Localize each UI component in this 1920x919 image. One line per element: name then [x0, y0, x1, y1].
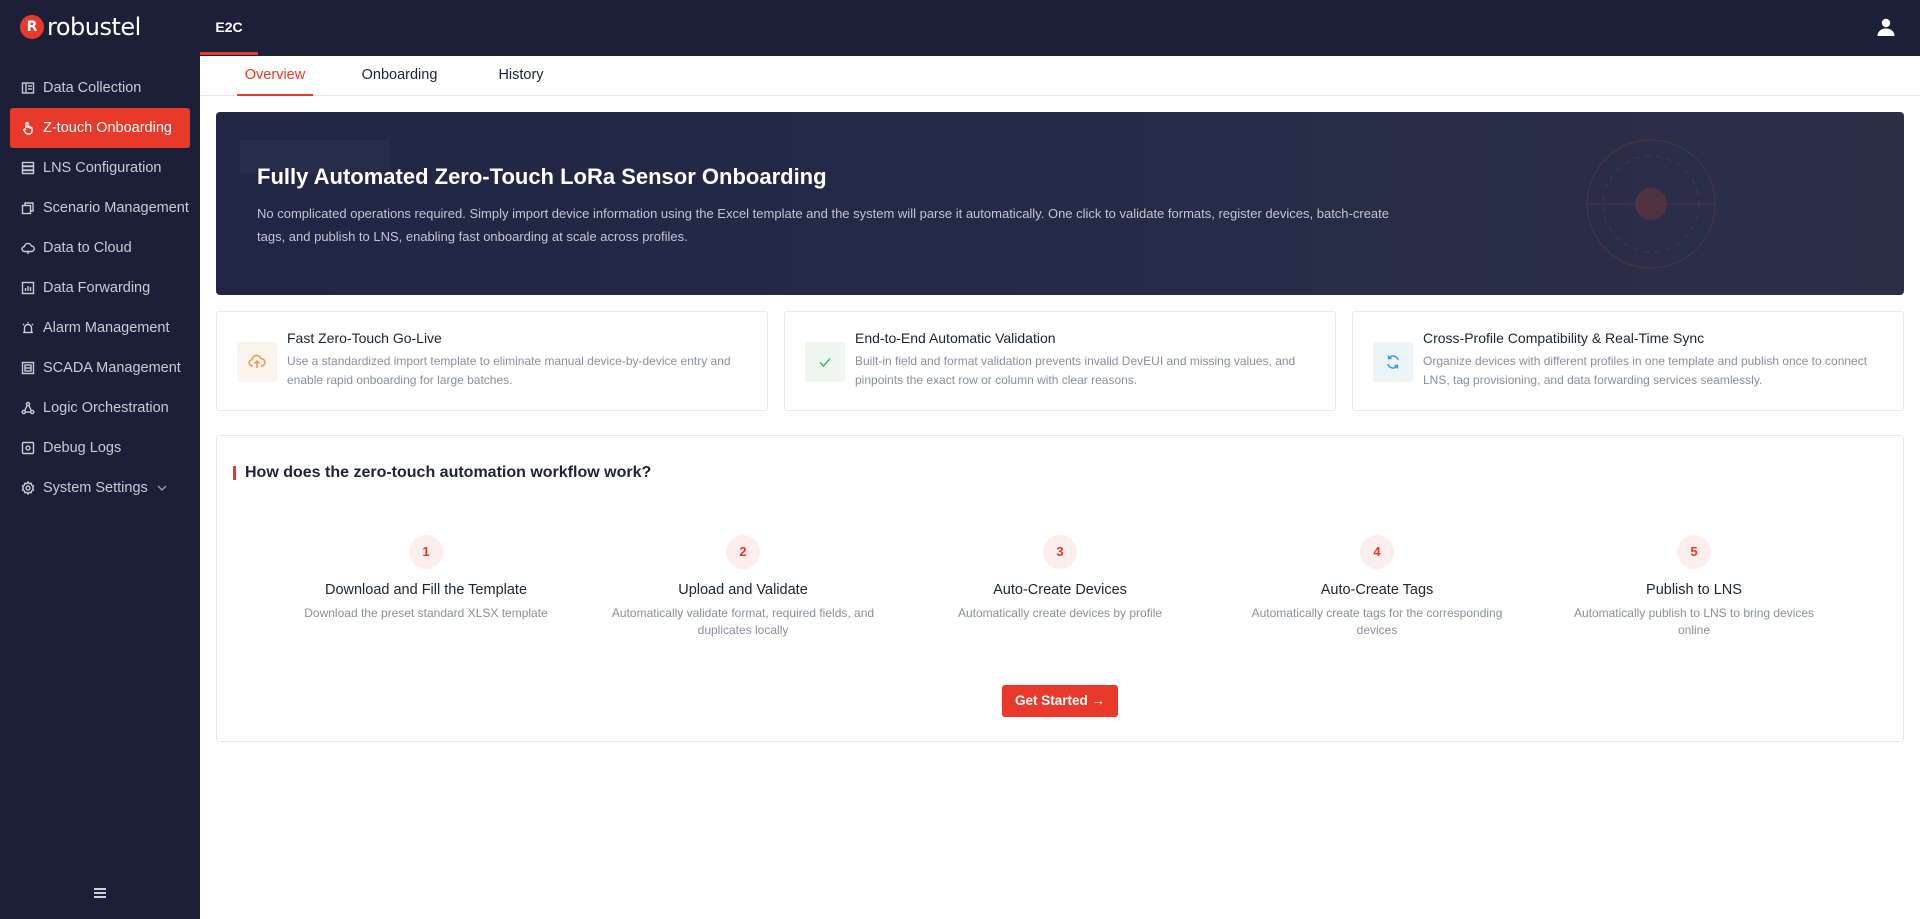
sidebar-item-label: Z-touch Onboarding	[43, 120, 172, 136]
server-icon	[21, 161, 35, 175]
step-description: Automatically create tags for the corres…	[1251, 606, 1503, 637]
user-icon[interactable]	[1876, 17, 1896, 37]
sidebar-item-alarm-management[interactable]: Alarm Management	[10, 308, 190, 348]
get-started-button[interactable]: Get Started →	[1002, 685, 1118, 717]
sidebar-item-label: System Settings	[43, 480, 148, 496]
hero-title: Fully Automated Zero-Touch LoRa Sensor O…	[257, 164, 827, 189]
feature-description: Use a standardized import template to el…	[287, 354, 731, 387]
workflow-step: 1 Download and Fill the Template Downloa…	[276, 535, 576, 622]
step-number: 5	[1677, 535, 1711, 569]
brand-logo[interactable]: R robustel	[20, 13, 141, 41]
tab-bar: Overview Onboarding History	[200, 56, 1920, 96]
logic-icon	[21, 401, 35, 415]
feature-card: End-to-End Automatic Validation Built-in…	[784, 311, 1336, 411]
sync-icon	[1373, 342, 1413, 382]
robustel-logo-icon: R	[20, 15, 44, 39]
workflow-panel: How does the zero-touch automation workf…	[216, 435, 1904, 742]
data-collection-icon	[21, 81, 35, 95]
step-title: Download and Fill the Template	[324, 582, 528, 598]
sidebar-item-scenario-management[interactable]: Scenario Management	[10, 188, 190, 228]
workflow-step: 5 Publish to LNS Automatically publish t…	[1544, 535, 1844, 639]
menu-collapse-icon[interactable]	[92, 886, 108, 900]
step-number: 3	[1043, 535, 1077, 569]
step-number: 2	[726, 535, 760, 569]
tab-overview[interactable]: Overview	[237, 56, 313, 96]
scada-icon	[21, 361, 35, 375]
feature-card: Cross-Profile Compatibility & Real-Time …	[1352, 311, 1904, 411]
workflow-title: How does the zero-touch automation workf…	[245, 464, 652, 481]
step-description: Download the preset standard XLSX templa…	[304, 606, 548, 620]
scenario-icon	[21, 201, 35, 215]
step-number: 1	[409, 535, 443, 569]
sidebar-item-lns-configuration[interactable]: LNS Configuration	[10, 148, 190, 188]
debug-icon	[21, 441, 35, 455]
workflow-step: 2 Upload and Validate Automatically vali…	[593, 535, 893, 639]
sidebar-item-label: Logic Orchestration	[43, 400, 169, 416]
section-marker	[233, 466, 236, 480]
step-description: Automatically validate format, required …	[611, 606, 875, 637]
alarm-icon	[21, 321, 35, 335]
sidebar-item-label: Debug Logs	[43, 440, 122, 456]
sidebar-item-label: LNS Configuration	[43, 160, 162, 176]
sidebar-item-logic-orchestration[interactable]: Logic Orchestration	[10, 388, 190, 428]
feature-title: End-to-End Automatic Validation	[855, 330, 1056, 346]
feature-description: Built-in field and format validation pre…	[855, 354, 1296, 387]
feature-title: Fast Zero-Touch Go-Live	[287, 330, 442, 346]
check-icon	[805, 342, 845, 382]
sidebar-item-system-settings[interactable]: System Settings	[10, 468, 190, 508]
sidebar-item-label: Alarm Management	[43, 320, 170, 336]
chevron-down-icon	[156, 482, 168, 494]
step-title: Upload and Validate	[678, 582, 808, 598]
app-title-tab[interactable]: E2C Field	[200, 0, 258, 89]
sidebar-item-data-forwarding[interactable]: Data Forwarding	[10, 268, 190, 308]
hero-description: No complicated operations required. Simp…	[257, 206, 1389, 244]
feature-description: Organize devices with different profiles…	[1423, 354, 1868, 387]
step-description: Automatically create devices by profile	[957, 606, 1163, 620]
step-number: 4	[1360, 535, 1394, 569]
tab-history[interactable]: History	[485, 56, 557, 96]
sidebar-item-scada-management[interactable]: SCADA Management	[10, 348, 190, 388]
app-title-indicator	[200, 52, 258, 55]
sidebar-item-label: SCADA Management	[43, 360, 181, 376]
sidebar-item-label: Data Collection	[43, 80, 142, 96]
sidebar-nav: Data Collection Z-touch Onboarding LNS C…	[10, 68, 190, 508]
forwarding-icon	[21, 281, 35, 295]
top-bar: E2C Field	[200, 0, 1920, 89]
tab-onboarding[interactable]: Onboarding	[351, 56, 448, 96]
step-title: Publish to LNS	[1646, 582, 1742, 598]
feature-title: Cross-Profile Compatibility & Real-Time …	[1423, 330, 1705, 346]
sidebar-item-label: Data Forwarding	[43, 280, 151, 296]
workflow-step: 3 Auto-Create Devices Automatically crea…	[910, 535, 1210, 622]
sidebar-item-data-to-cloud[interactable]: Data to Cloud	[10, 228, 190, 268]
target-decoration-icon	[1586, 139, 1716, 269]
sidebar-item-label: Scenario Management	[43, 200, 189, 216]
step-description: Automatically publish to LNS to bring de…	[1573, 606, 1815, 637]
sidebar-item-label: Data to Cloud	[43, 240, 132, 256]
cloud-upload-icon	[237, 342, 277, 382]
sidebar-item-data-collection[interactable]: Data Collection	[10, 68, 190, 108]
feature-card: Fast Zero-Touch Go-Live Use a standardiz…	[216, 311, 768, 411]
sidebar: R robustel Data Collection Z-touch Onboa…	[0, 0, 200, 919]
sidebar-item-debug-logs[interactable]: Debug Logs	[10, 428, 190, 468]
step-title: Auto-Create Devices	[993, 582, 1127, 598]
settings-icon	[21, 481, 35, 495]
touch-icon	[21, 121, 35, 135]
sidebar-item-z-touch-onboarding[interactable]: Z-touch Onboarding	[10, 108, 190, 148]
workflow-step: 4 Auto-Create Tags Automatically create …	[1227, 535, 1527, 639]
cloud-icon	[21, 241, 35, 255]
step-title: Auto-Create Tags	[1320, 582, 1434, 598]
brand-name: robustel	[47, 13, 141, 41]
hero-banner: Fully Automated Zero-Touch LoRa Sensor O…	[216, 112, 1904, 295]
